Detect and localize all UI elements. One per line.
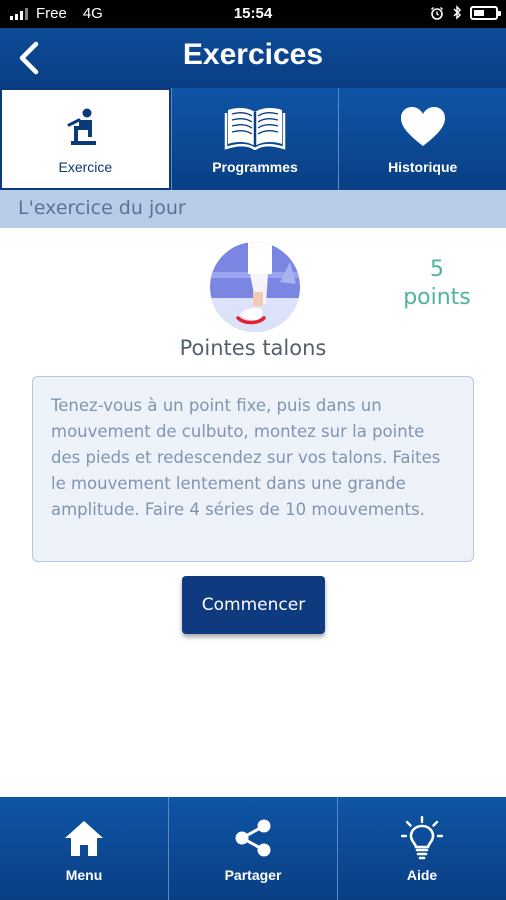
exercise-name: Pointes talons <box>179 336 327 360</box>
points-value: 5 <box>430 257 444 282</box>
tab-programmes[interactable]: Programmes <box>170 88 339 190</box>
tab-exercice[interactable]: Exercice <box>0 88 171 190</box>
page-title: Exercices <box>182 38 324 71</box>
app-header: Exercices <box>0 28 506 88</box>
status-bar: Free 4G 15:54 <box>0 0 506 28</box>
start-button[interactable]: Commencer <box>182 576 325 634</box>
tab-historique[interactable]: Historique <box>338 88 506 190</box>
status-right <box>430 5 501 20</box>
tab-label-exercice: Exercice <box>58 159 113 175</box>
points-display: 5 points <box>392 256 482 312</box>
lightbulb-icon <box>401 815 443 861</box>
home-icon <box>64 815 104 861</box>
section-title: L'exercice du jour <box>18 197 186 219</box>
exercise-illustration <box>210 242 300 332</box>
nav-item-menu[interactable]: Menu <box>0 797 168 900</box>
nav-item-partager[interactable]: Partager <box>168 797 337 900</box>
battery-icon <box>470 5 501 20</box>
section-header: L'exercice du jour <box>0 190 506 228</box>
tab-bar: Exercice Programmes Historique <box>0 88 506 190</box>
points-unit: points <box>403 285 471 310</box>
book-icon <box>224 103 286 151</box>
nav-label-menu: Menu <box>65 866 103 883</box>
bottom-nav: Menu Partager Aide <box>0 797 506 900</box>
alarm-icon <box>431 6 443 20</box>
tab-label-historique: Historique <box>388 159 458 175</box>
heart-icon <box>400 103 446 151</box>
exercise-description: Tenez-vous à un point fixe, puis dans un… <box>51 396 441 519</box>
nav-label-aide: Aide <box>406 866 438 883</box>
exercise-description-box: Tenez-vous à un point fixe, puis dans un… <box>32 376 474 562</box>
share-icon <box>233 815 273 861</box>
nav-item-aide[interactable]: Aide <box>337 797 506 900</box>
exercise-person-icon <box>65 103 105 151</box>
nav-label-partager: Partager <box>224 866 282 883</box>
tab-label-programmes: Programmes <box>212 159 298 175</box>
bluetooth-icon <box>453 5 462 20</box>
